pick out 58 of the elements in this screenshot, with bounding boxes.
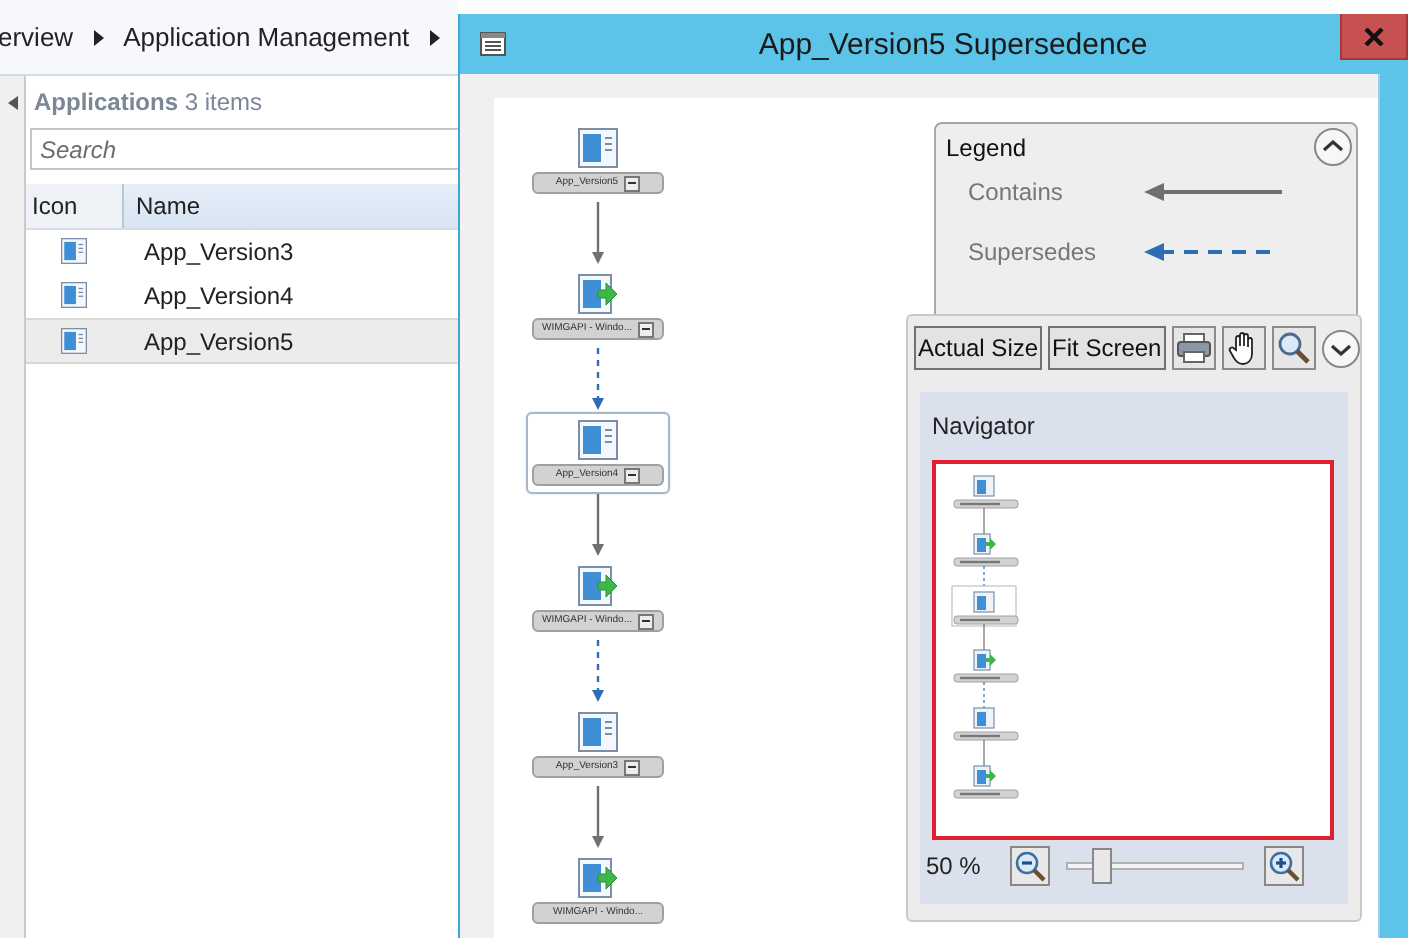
chevron-down-icon bbox=[1329, 341, 1352, 355]
application-row[interactable]: App_Version4 bbox=[26, 274, 458, 318]
pan-button[interactable] bbox=[1221, 326, 1266, 370]
collapse-button[interactable] bbox=[638, 321, 654, 337]
chevron-up-icon bbox=[1322, 140, 1344, 154]
collapse-button[interactable] bbox=[624, 467, 641, 483]
printer-icon bbox=[1175, 332, 1212, 364]
search-icon bbox=[1275, 330, 1312, 366]
table-cell-text: App_Version4 bbox=[142, 281, 294, 309]
collapse-icon[interactable] bbox=[7, 96, 17, 110]
zoom-out-button[interactable] bbox=[1010, 846, 1050, 886]
app-window-icon bbox=[58, 238, 90, 264]
slider-thumb[interactable] bbox=[1091, 848, 1112, 884]
app-window-icon bbox=[578, 712, 618, 752]
application-row[interactable]: App_Version5 bbox=[26, 318, 458, 364]
legend-title: Legend bbox=[946, 133, 1027, 161]
expand-button[interactable] bbox=[1321, 329, 1360, 367]
contains-arrow bbox=[590, 494, 606, 558]
print-button[interactable] bbox=[1171, 326, 1216, 370]
supersedes-arrow bbox=[590, 348, 606, 412]
collapse-button[interactable] bbox=[624, 759, 641, 775]
dialog-title: App_Version5 Supersedence bbox=[756, 26, 1150, 62]
zoom-out-icon bbox=[1014, 850, 1046, 882]
zoom-in-icon bbox=[1268, 850, 1300, 882]
table-cell-text: App_Version3 bbox=[142, 237, 294, 265]
zoom-slider[interactable] bbox=[1066, 848, 1244, 884]
breadcrumb-item[interactable]: Application Management bbox=[123, 22, 410, 52]
form-icon bbox=[480, 32, 506, 56]
table-cell-text: App_Version5 bbox=[142, 327, 294, 355]
column-header[interactable]: Name bbox=[124, 184, 458, 228]
supersedes-arrow bbox=[590, 640, 606, 704]
zoom-percentage: 50 % bbox=[926, 852, 983, 880]
collapse-button[interactable] bbox=[1314, 128, 1352, 166]
close-icon bbox=[1364, 27, 1384, 45]
app-window-icon bbox=[578, 420, 618, 460]
zoom-button[interactable] bbox=[1271, 326, 1316, 370]
legend-label: Supersedes bbox=[968, 238, 1097, 266]
application-row[interactable]: App_Version3 bbox=[26, 230, 458, 274]
search-field[interactable]: Search bbox=[30, 128, 458, 170]
contains-arrow bbox=[590, 786, 606, 850]
contains-arrow bbox=[590, 202, 606, 266]
breadcrumb-arrow-icon[interactable] bbox=[93, 29, 104, 45]
zoom-in-button[interactable] bbox=[1264, 846, 1304, 886]
collapse-button[interactable] bbox=[624, 175, 641, 191]
collapse-button[interactable] bbox=[638, 613, 654, 629]
toolbar-button[interactable]: Fit Screen bbox=[1048, 326, 1166, 370]
close-button[interactable] bbox=[1340, 14, 1408, 60]
pane-title: Applications 3 items bbox=[32, 86, 265, 120]
app-window-icon bbox=[578, 128, 618, 168]
app-window-icon bbox=[58, 328, 90, 354]
app-window-icon bbox=[58, 282, 90, 308]
toolbar-button[interactable]: Actual Size bbox=[914, 326, 1043, 370]
viewport-frame[interactable] bbox=[932, 460, 1334, 840]
contains-arrow bbox=[1144, 182, 1284, 202]
column-header[interactable]: Icon bbox=[26, 184, 124, 228]
legend-label: Contains bbox=[968, 178, 1063, 206]
navigator-title: Navigator bbox=[932, 410, 1037, 444]
breadcrumb-arrow-icon[interactable] bbox=[429, 29, 440, 45]
